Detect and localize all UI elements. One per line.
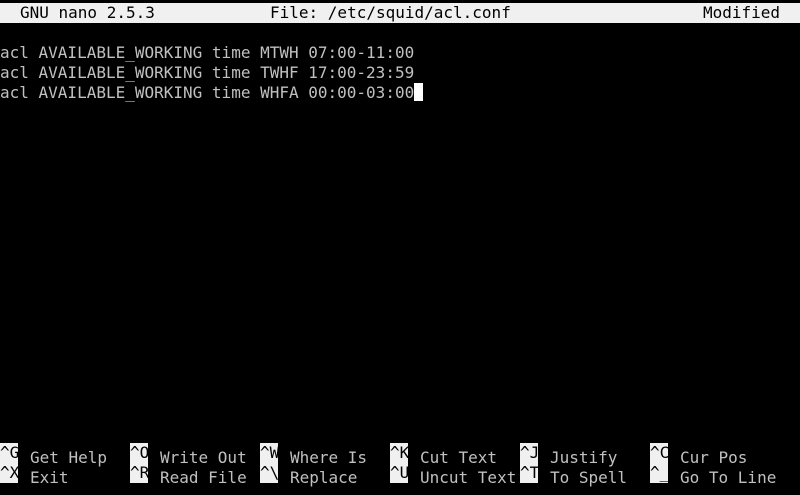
shortcut-to-spell[interactable]: ^T To Spell — [520, 463, 627, 487]
title-bar: GNU nano 2.5.3 File: /etc/squid/acl.conf… — [0, 3, 800, 23]
shortcut-go-to-line[interactable]: ^_ Go To Line — [650, 463, 776, 487]
editor-line-2[interactable]: acl AVAILABLE_WORKING time TWHF 17:00-23… — [0, 63, 800, 83]
shortcut-get-help[interactable]: ^G Get Help — [0, 443, 107, 467]
shortcut-key: ^G — [0, 443, 18, 463]
shortcut-where-is[interactable]: ^W Where Is — [260, 443, 367, 467]
shortcut-label: Go To Line — [680, 468, 777, 487]
editor-line-text: acl AVAILABLE_WORKING time WHFA 00:00-03… — [0, 83, 415, 102]
shortcut-key: ^X — [0, 463, 18, 483]
app-version: GNU nano 2.5.3 — [20, 3, 155, 22]
shortcut-cur-pos[interactable]: ^C Cur Pos — [650, 443, 747, 467]
shortcut-label: Read File — [160, 468, 247, 487]
shortcut-exit[interactable]: ^X Exit — [0, 463, 69, 487]
shortcut-key: ^R — [130, 463, 148, 483]
shortcut-label: Uncut Text — [420, 468, 517, 487]
shortcut-replace[interactable]: ^\ Replace — [260, 463, 357, 487]
shortcut-bar: ^G Get Help ^O Write Out ^W Where Is ^K Cut … — [0, 443, 800, 487]
shortcut-label: To Spell — [550, 468, 628, 487]
text-editor-area[interactable]: acl AVAILABLE_WORKING time MTWH 07:00-11… — [0, 43, 800, 103]
shortcut-key: ^W — [260, 443, 278, 463]
shortcut-label: Exit — [30, 468, 69, 487]
editor-line-1[interactable]: acl AVAILABLE_WORKING time MTWH 07:00-11… — [0, 43, 800, 63]
file-name: File: /etc/squid/acl.conf — [270, 3, 511, 22]
text-cursor — [414, 83, 424, 101]
editor-line-text: acl AVAILABLE_WORKING time TWHF 17:00-23… — [0, 63, 415, 82]
shortcut-key: ^K — [390, 443, 408, 463]
shortcut-key: ^C — [650, 443, 668, 463]
shortcut-justify[interactable]: ^J Justify — [520, 443, 617, 467]
shortcut-key: ^T — [520, 463, 538, 483]
modified-status: Modified — [702, 3, 780, 22]
shortcut-key: ^J — [520, 443, 538, 463]
shortcut-read-file[interactable]: ^R Read File — [130, 463, 247, 487]
editor-line-3[interactable]: acl AVAILABLE_WORKING time WHFA 00:00-03… — [0, 83, 800, 103]
shortcut-key: ^_ — [650, 463, 668, 483]
shortcut-key: ^U — [390, 463, 408, 483]
shortcut-cut-text[interactable]: ^K Cut Text — [390, 443, 497, 467]
shortcut-key: ^O — [130, 443, 148, 463]
shortcut-label: Replace — [290, 468, 358, 487]
shortcut-write-out[interactable]: ^O Write Out — [130, 443, 247, 467]
shortcut-uncut-text[interactable]: ^U Uncut Text — [390, 463, 516, 487]
editor-line-text: acl AVAILABLE_WORKING time MTWH 07:00-11… — [0, 43, 415, 62]
shortcut-key: ^\ — [260, 463, 278, 483]
